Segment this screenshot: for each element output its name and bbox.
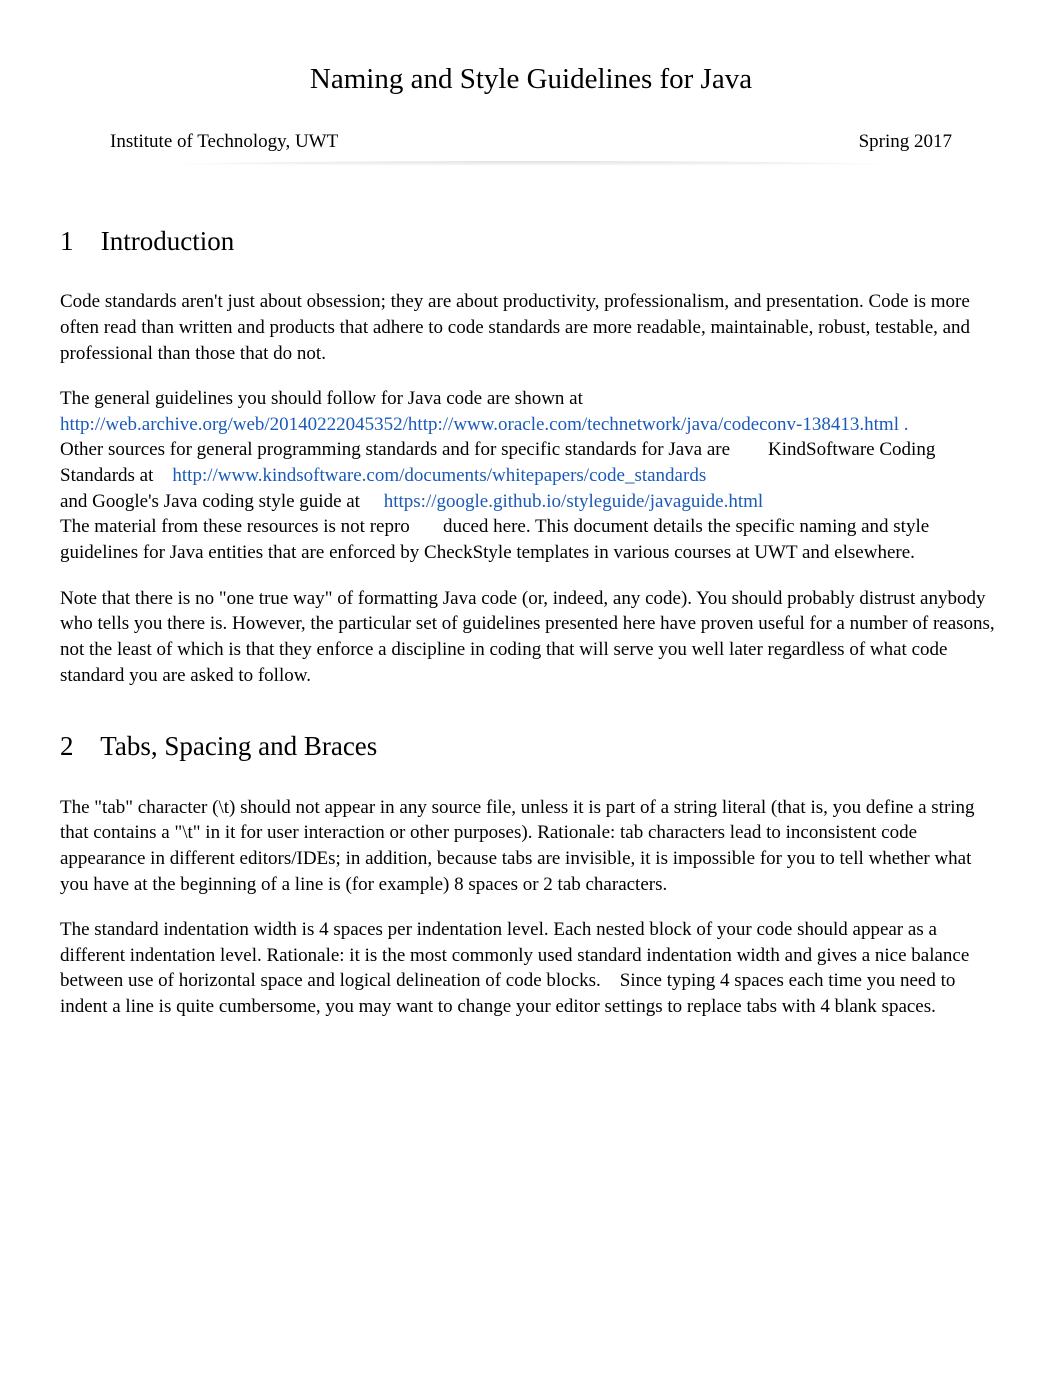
section-tabs-spacing-braces: 2 Tabs, Spacing and Braces The "tab" cha… — [60, 728, 1002, 1020]
term-label: Spring 2017 — [859, 129, 952, 155]
document-body: 1 Introduction Code standards aren't jus… — [60, 223, 1002, 1020]
section-heading-tabs: 2 Tabs, Spacing and Braces — [60, 728, 1002, 764]
section-title: Introduction — [101, 226, 234, 256]
section-heading-introduction: 1 Introduction — [60, 223, 1002, 259]
paragraph-text: Note that there is no "one true way" of … — [60, 586, 1002, 689]
link-oracle-codeconv[interactable]: http://web.archive.org/web/2014022204535… — [60, 414, 908, 435]
link-google-styleguide[interactable]: https://google.github.io/styleguide/java… — [384, 491, 763, 512]
paragraph-text: The standard indentation width is 4 spac… — [60, 917, 1002, 1020]
text-span: and Google's Java coding style guide at — [60, 491, 360, 512]
section-number: 2 — [60, 728, 94, 764]
document-header: Institute of Technology, UWT Spring 2017 — [60, 129, 1002, 155]
section-title: Tabs, Spacing and Braces — [100, 731, 377, 761]
document-title: Naming and Style Guidelines for Java — [60, 60, 1002, 99]
institute-name: Institute of Technology, UWT — [110, 129, 338, 155]
text-span: Other sources for general programming st… — [60, 439, 730, 460]
section-introduction: 1 Introduction Code standards aren't jus… — [60, 223, 1002, 688]
link-kindsoftware[interactable]: http://www.kindsoftware.com/documents/wh… — [172, 465, 706, 486]
section-number: 1 — [60, 223, 94, 259]
text-span: The general guidelines you should follow… — [60, 388, 583, 409]
paragraph-text: The general guidelines you should follow… — [60, 386, 1002, 565]
text-span: The material from these resources is not… — [60, 516, 410, 537]
paragraph-text: Code standards aren't just about obsessi… — [60, 289, 1002, 366]
paragraph-text: The "tab" character (\t) should not appe… — [60, 795, 1002, 898]
header-divider — [110, 161, 952, 173]
